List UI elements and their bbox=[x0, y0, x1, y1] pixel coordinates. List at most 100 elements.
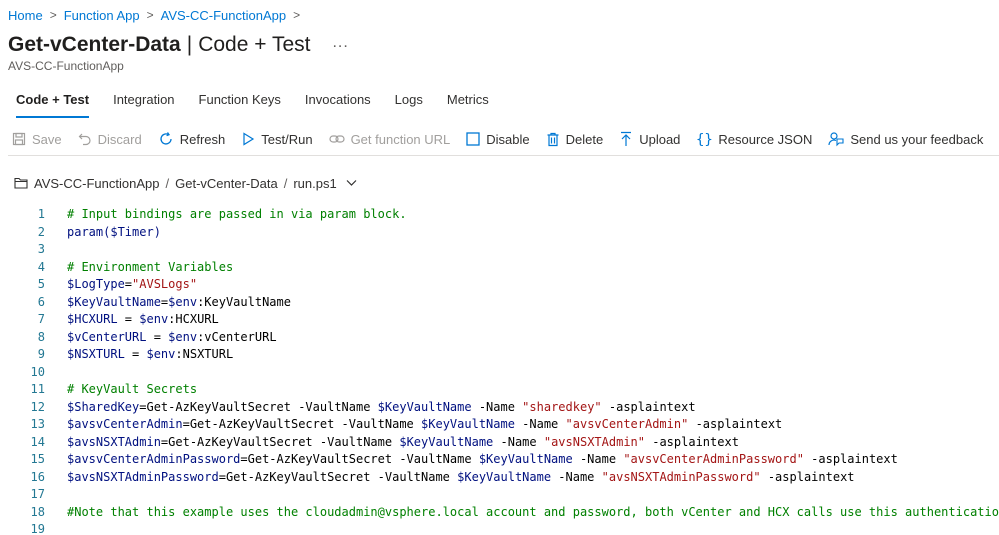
code-token: $SharedKey bbox=[67, 399, 140, 414]
code-text: param($Timer) bbox=[67, 224, 161, 242]
code-token: =Get-AzKeyVaultSecret -VaultName bbox=[160, 434, 400, 449]
code-line[interactable]: 19 bbox=[0, 521, 999, 535]
disable-label: Disable bbox=[486, 131, 530, 147]
line-number: 5 bbox=[37, 277, 45, 291]
page-section-title: Code + Test bbox=[198, 33, 311, 56]
code-token: -Name bbox=[514, 417, 566, 431]
test-run-button[interactable]: Test/Run bbox=[241, 131, 313, 147]
code-line[interactable]: 11 # KeyVault Secrets bbox=[0, 381, 999, 399]
code-line[interactable]: 1 # Input bindings are passed in via para… bbox=[0, 206, 999, 224]
code-token: $env bbox=[139, 312, 169, 326]
line-number: 13 bbox=[30, 417, 45, 431]
refresh-button[interactable]: Refresh bbox=[158, 131, 225, 147]
code-token: $NSXTURL bbox=[67, 347, 125, 361]
tab-logs[interactable]: Logs bbox=[395, 90, 423, 118]
line-number: 19 bbox=[30, 522, 45, 535]
upload-button[interactable]: Upload bbox=[619, 131, 680, 147]
line-number: 9 bbox=[37, 347, 45, 361]
code-token: $avsvCenterAdminPassword bbox=[67, 452, 241, 466]
breadcrumb-separator: > bbox=[49, 8, 57, 22]
code-line[interactable]: 16 $avsNSXTAdminPassword=Get-AzKeyVaultSe… bbox=[0, 469, 999, 487]
code-text: $LogType="AVSLogs" bbox=[67, 276, 197, 294]
save-button[interactable]: Save bbox=[12, 132, 62, 147]
tab-integration[interactable]: Integration bbox=[113, 90, 174, 118]
code-token: $vCenterURL bbox=[67, 329, 147, 344]
code-line[interactable]: 3 bbox=[0, 241, 999, 259]
toolbar-divider bbox=[8, 155, 999, 156]
code-token: param($Timer) bbox=[67, 224, 161, 239]
code-token: "avsvCenterAdminPassword" bbox=[623, 452, 804, 466]
undo-icon bbox=[78, 133, 91, 146]
code-line[interactable]: 14 $avsNSXTAdmin=Get-AzKeyVaultSecret -Va… bbox=[0, 434, 999, 452]
code-line[interactable]: 6 $KeyVaultName=$env:KeyVaultName bbox=[0, 294, 999, 312]
code-text: $avsvCenterAdminPassword=Get-AzKeyVaultS… bbox=[67, 451, 898, 469]
code-line[interactable]: 5 $LogType="AVSLogs" bbox=[0, 276, 999, 294]
code-token: $env bbox=[168, 329, 198, 344]
save-icon bbox=[12, 132, 26, 146]
code-line[interactable]: 7 $HCXURL = $env:HCXURL bbox=[0, 311, 999, 329]
code-token: =Get-AzKeyVaultSecret -VaultName bbox=[182, 417, 422, 431]
path-app-name: AVS-CC-FunctionApp bbox=[34, 175, 160, 191]
breadcrumb-app-name[interactable]: AVS-CC-FunctionApp bbox=[161, 8, 286, 23]
code-token: #Note that this example uses the cloudad… bbox=[67, 504, 999, 519]
code-token: $KeyVaultName bbox=[377, 399, 472, 414]
tab-code-test[interactable]: Code + Test bbox=[16, 90, 90, 118]
code-line[interactable]: 4 # Environment Variables bbox=[0, 259, 999, 277]
title-divider: | bbox=[186, 33, 193, 56]
code-token: -Name bbox=[471, 399, 523, 414]
feedback-label: Send us your feedback bbox=[850, 131, 984, 147]
folder-icon bbox=[14, 177, 28, 189]
code-token: # Environment Variables bbox=[67, 259, 234, 274]
code-token: $avsNSXTAdmin bbox=[67, 434, 161, 449]
code-token: = bbox=[124, 347, 147, 361]
code-token: :HCXURL bbox=[168, 312, 219, 326]
test-run-label: Test/Run bbox=[261, 131, 313, 147]
breadcrumb-function-app[interactable]: Function App bbox=[64, 8, 140, 23]
code-token: $KeyVaultName bbox=[457, 469, 552, 484]
line-number: 3 bbox=[37, 242, 45, 256]
feedback-button[interactable]: Send us your feedback bbox=[828, 131, 983, 147]
chevron-down-icon[interactable] bbox=[346, 179, 357, 187]
code-token: "AVSLogs" bbox=[132, 277, 198, 291]
code-line[interactable]: 9 $NSXTURL = $env:NSXTURL bbox=[0, 346, 999, 364]
resource-json-button[interactable]: {} Resource JSON bbox=[696, 131, 812, 148]
code-text: $SharedKey=Get-AzKeyVaultSecret -VaultNa… bbox=[67, 399, 696, 417]
code-line[interactable]: 15 $avsvCenterAdminPassword=Get-AzKeyVaul… bbox=[0, 451, 999, 469]
save-label: Save bbox=[32, 131, 62, 147]
tab-invocations[interactable]: Invocations bbox=[305, 90, 371, 118]
get-function-url-button[interactable]: Get function URL bbox=[328, 132, 450, 147]
code-line[interactable]: 13 $avsvCenterAdmin=Get-AzKeyVaultSecret … bbox=[0, 416, 999, 434]
discard-button[interactable]: Discard bbox=[78, 132, 142, 147]
code-text: # Environment Variables bbox=[67, 259, 233, 277]
code-editor[interactable]: 1 # Input bindings are passed in via para… bbox=[0, 206, 999, 535]
more-options-button[interactable]: ... bbox=[332, 34, 348, 52]
link-icon bbox=[328, 135, 345, 143]
tab-metrics[interactable]: Metrics bbox=[447, 90, 489, 118]
code-token: = bbox=[124, 277, 133, 291]
code-token: :vCenterURL bbox=[197, 329, 277, 344]
breadcrumb-separator: > bbox=[293, 8, 301, 22]
tab-function-keys[interactable]: Function Keys bbox=[199, 90, 281, 118]
discard-label: Discard bbox=[97, 131, 142, 147]
code-token: :KeyVaultName bbox=[197, 294, 291, 309]
code-token: -asplaintext bbox=[688, 417, 783, 431]
path-separator: / bbox=[283, 175, 288, 191]
delete-button[interactable]: Delete bbox=[546, 132, 603, 147]
file-selector[interactable]: run.ps1 bbox=[293, 176, 336, 191]
code-line[interactable]: 2 param($Timer) bbox=[0, 224, 999, 242]
code-text: # Input bindings are passed in via param… bbox=[67, 206, 407, 224]
file-path-breadcrumb: AVS-CC-FunctionApp / Get-vCenter-Data / … bbox=[14, 174, 357, 192]
refresh-icon bbox=[160, 132, 172, 145]
code-line[interactable]: 12 $SharedKey=Get-AzKeyVaultSecret -Vault… bbox=[0, 399, 999, 417]
code-line[interactable]: 18 #Note that this example uses the cloud… bbox=[0, 504, 999, 522]
command-bar: Save Discard Refresh Test/Run Get functi… bbox=[12, 128, 999, 150]
disable-button[interactable]: Disable bbox=[466, 131, 530, 147]
breadcrumb-home[interactable]: Home bbox=[8, 8, 43, 23]
code-token: "avsNSXTAdmin" bbox=[543, 434, 645, 449]
code-line[interactable]: 10 bbox=[0, 364, 999, 382]
trash-icon bbox=[547, 132, 559, 146]
tab-bar: Code + Test Integration Function Keys In… bbox=[16, 90, 513, 118]
code-line[interactable]: 17 bbox=[0, 486, 999, 504]
code-token: # KeyVault Secrets bbox=[67, 382, 198, 396]
code-line[interactable]: 8 $vCenterURL = $env:vCenterURL bbox=[0, 329, 999, 347]
